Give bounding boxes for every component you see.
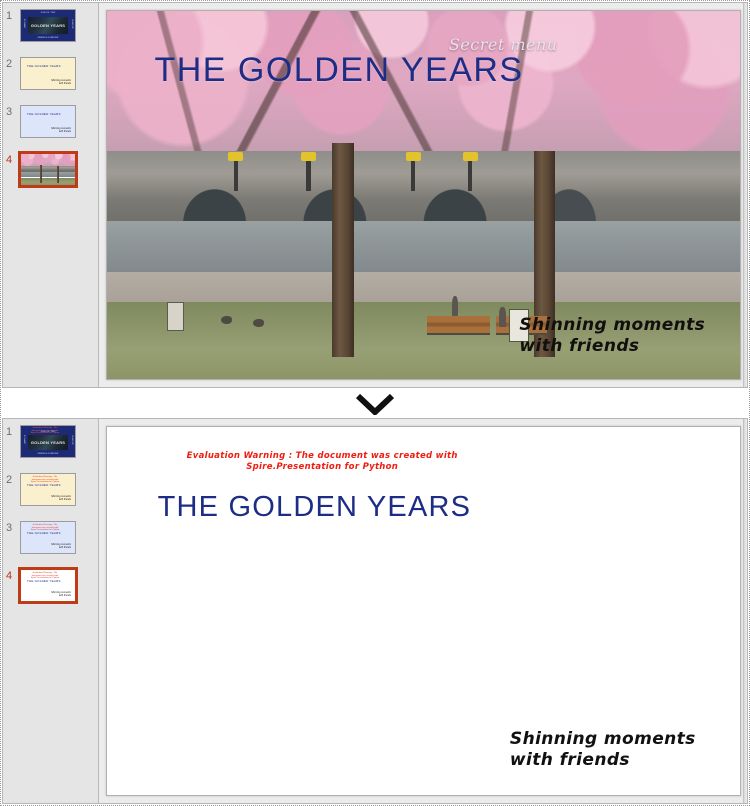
original-presentation-panel: 1 SCHOOL TRIP GOLDEN YEARS BY NAME CLASS… (2, 2, 748, 388)
thumbnail-item-2[interactable]: 2 Evaluation Warning : The document was … (3, 473, 98, 521)
thumbnail-preview[interactable]: Evaluation Warning : The document was cr… (20, 425, 76, 458)
thumbnail-preview[interactable]: Evaluation Warning : The document was cr… (20, 473, 76, 506)
thumb-signature: Shinning moments with friends (51, 496, 71, 502)
thumbnail-slide-photo (21, 154, 75, 185)
thumbnail-item-3[interactable]: 3 THE GOLDEN YEARS Shinning moments with… (3, 105, 98, 153)
duck-icon (220, 315, 233, 324)
street-lamp-icon (227, 152, 245, 192)
slide-thumbnail-rail-top[interactable]: 1 SCHOOL TRIP GOLDEN YEARS BY NAME CLASS… (3, 3, 99, 387)
thumb-title: THE GOLDEN YEARS (27, 579, 61, 583)
panel-divider (2, 390, 748, 417)
thumb-signature: Shinning moments with friends (51, 128, 71, 134)
thumbnail-item-2[interactable]: 2 THE GOLDEN YEARS Shinning moments with… (3, 57, 98, 105)
thumbnail-number: 2 (6, 58, 13, 70)
thumb-tree-left (40, 165, 43, 183)
thumbnail-item-4[interactable]: 4 (3, 151, 98, 201)
thumb-signature-line2: with friends (58, 130, 71, 134)
thumbnail-preview[interactable]: THE GOLDEN YEARS Shinning moments with f… (20, 57, 76, 90)
vertical-scrollbar-top[interactable] (743, 3, 747, 387)
thumbnail-slide-blue: THE GOLDEN YEARS Shinning moments with f… (21, 106, 75, 137)
thumbnail-item-1[interactable]: 1 SCHOOL TRIP GOLDEN YEARS BY NAME CLASS… (3, 9, 98, 57)
chevron-down-icon (355, 393, 395, 415)
evaluation-warning-line-2: Spire.Presentation for Python (246, 461, 399, 472)
info-board-icon (167, 301, 184, 332)
thumb-top-text: SCHOOL TRIP (40, 431, 56, 433)
thumbnail-item-1[interactable]: 1 Evaluation Warning : The document was … (3, 425, 98, 473)
thumbnail-slide-cream: THE GOLDEN YEARS Shinning moments with f… (21, 58, 75, 89)
thumb-signature-line2: with friends (58, 82, 71, 86)
slide-title: THE GOLDEN YEARS (154, 51, 524, 90)
screenshot-root: 1 SCHOOL TRIP GOLDEN YEARS BY NAME CLASS… (0, 0, 750, 806)
evaluation-warning-line-1: Evaluation Warning : The document was cr… (186, 450, 458, 461)
thumbnail-preview-selected[interactable] (18, 151, 78, 188)
thumb-center-text: GOLDEN YEARS (30, 23, 66, 28)
thumbnail-item-4[interactable]: 4 Evaluation Warning : The document was … (3, 567, 98, 617)
thumbnail-preview[interactable]: Evaluation Warning : The document was cr… (20, 521, 76, 554)
slide-title: THE GOLDEN YEARS (157, 491, 472, 524)
thumb-signature-line2: with friends (58, 498, 71, 502)
thumb-title: THE GOLDEN YEARS (27, 531, 61, 535)
thumbnail-number: 3 (6, 522, 13, 534)
slide-canvas-bottom[interactable]: Evaluation Warning : The document was cr… (106, 426, 741, 796)
slide-signature: Shinning moments with friends (510, 729, 696, 771)
thumb-signature-line2: with friends (58, 546, 71, 550)
thumb-center-text: GOLDEN YEARS (30, 440, 66, 445)
thumbnail-item-3[interactable]: 3 Evaluation Warning : The document was … (3, 521, 98, 569)
thumbnail-preview[interactable]: THE GOLDEN YEARS Shinning moments with f… (20, 105, 76, 138)
thumb-title: THE GOLDEN YEARS (27, 64, 61, 68)
thumb-right-text: CLASS OF (71, 435, 73, 445)
thumbnail-slide-dark: SCHOOL TRIP GOLDEN YEARS BY NAME CLASS O… (21, 10, 75, 41)
thumb-tree-right (57, 166, 60, 183)
evaluation-warning: Evaluation Warning : The document was cr… (158, 451, 487, 473)
converted-presentation-panel: 1 Evaluation Warning : The document was … (2, 418, 748, 804)
thumbnail-slide-white: Evaluation Warning : The document was cr… (21, 570, 75, 601)
person-figure (451, 296, 459, 317)
thumbnail-slide-dark: Evaluation Warning : The document was cr… (21, 426, 75, 457)
signature-line-2: with friends (519, 335, 640, 356)
park-bench (426, 316, 490, 335)
bridge-arches (107, 172, 740, 221)
thumb-signature: Shinning moments with friends (51, 80, 71, 86)
signature-line-1: Shinning moments (509, 729, 696, 750)
thumb-left-text: BY NAME (23, 435, 25, 444)
thumb-lawn (21, 177, 75, 185)
slide-background-photo: Secret menu THE GOLDEN YEARS Shinning mo… (107, 11, 740, 379)
thumbnail-slide-cream: Evaluation Warning : The document was cr… (21, 474, 75, 505)
tree-trunk-left (331, 143, 355, 357)
slide-thumbnail-rail-bottom[interactable]: 1 Evaluation Warning : The document was … (3, 419, 99, 803)
thumbnail-preview[interactable]: SCHOOL TRIP GOLDEN YEARS BY NAME CLASS O… (20, 9, 76, 42)
signature-line-1: Shinning moments (519, 314, 706, 335)
thumb-signature: Shinning moments with friends (51, 544, 71, 550)
person-figure (499, 307, 506, 328)
signature-line-2: with friends (509, 750, 630, 771)
street-lamp-icon (404, 152, 422, 192)
slide-stage-top: Secret menu THE GOLDEN YEARS Shinning mo… (99, 3, 747, 387)
street-lamp-icon (300, 152, 318, 192)
thumbnail-number: 1 (6, 426, 13, 438)
thumbnail-number: 2 (6, 474, 13, 486)
vertical-scrollbar-bottom[interactable] (743, 419, 747, 803)
thumbnail-slide-blue: Evaluation Warning : The document was cr… (21, 522, 75, 553)
thumb-bottom-text: FRIENDS FOREVER (37, 453, 59, 455)
thumbnail-number: 3 (6, 106, 13, 118)
thumb-title: THE GOLDEN YEARS (27, 112, 61, 116)
thumb-left-text: BY NAME (23, 19, 25, 28)
thumb-photo: GOLDEN YEARS (28, 435, 68, 450)
thumb-title: THE GOLDEN YEARS (27, 483, 61, 487)
thumb-top-text: SCHOOL TRIP (40, 12, 56, 14)
thumb-right-text: CLASS OF (71, 19, 73, 29)
thumbnail-number: 1 (6, 10, 13, 22)
thumb-bottom-text: FRIENDS FOREVER (37, 37, 59, 39)
slide-canvas-top[interactable]: Secret menu THE GOLDEN YEARS Shinning mo… (106, 10, 741, 380)
thumb-photo: GOLDEN YEARS (28, 17, 68, 34)
thumbnail-preview-selected[interactable]: Evaluation Warning : The document was cr… (18, 567, 78, 604)
slide-signature: Shinning moments with friends (519, 315, 705, 357)
thumb-signature: Shinning moments with friends (51, 592, 71, 598)
thumb-river (21, 171, 75, 177)
thumb-signature-line2: with friends (58, 594, 71, 598)
slide-stage-bottom: Evaluation Warning : The document was cr… (99, 419, 747, 803)
street-lamp-icon (461, 152, 479, 192)
